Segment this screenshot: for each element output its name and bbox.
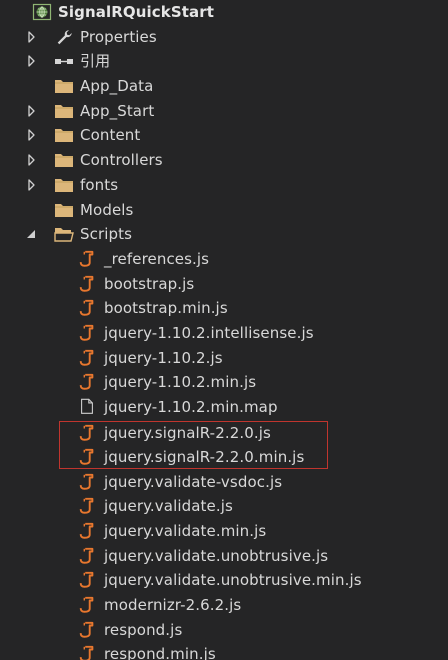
- chevron-right-icon[interactable]: [25, 99, 39, 123]
- chevron-right-icon[interactable]: [25, 148, 39, 172]
- tree-item-content[interactable]: Content: [0, 123, 448, 147]
- script-file-item[interactable]: jquery-1.10.2.min.map: [0, 395, 448, 419]
- script-file-item[interactable]: jquery-1.10.2.intellisense.js: [0, 321, 448, 345]
- file-label: jquery-1.10.2.min.js: [104, 373, 257, 391]
- javascript-file-icon: [79, 596, 94, 613]
- file-label: jquery.signalR-2.2.0.js: [104, 424, 271, 442]
- tree-item-references[interactable]: 引用: [0, 49, 448, 73]
- javascript-file-icon: [79, 324, 94, 341]
- web-project-globe-icon: [32, 3, 52, 21]
- wrench-icon: [57, 30, 72, 45]
- file-label: jquery.signalR-2.2.0.min.js: [104, 448, 305, 466]
- file-label: jquery-1.10.2.js: [104, 349, 223, 367]
- file-label: respond.min.js: [104, 645, 216, 660]
- tree-item-label: App_Data: [80, 77, 154, 95]
- script-file-item[interactable]: jquery.validate.unobtrusive.js: [0, 544, 448, 568]
- script-file-item[interactable]: jquery.validate.unobtrusive.min.js: [0, 568, 448, 592]
- solution-explorer-tree: SignalRQuickStart Properties 引用 App_Data…: [0, 0, 448, 660]
- javascript-file-icon: [79, 522, 94, 539]
- file-label: jquery.validate.min.js: [104, 522, 267, 540]
- chevron-right-icon[interactable]: [25, 123, 39, 147]
- tree-item-label: Models: [80, 201, 134, 219]
- folder-icon: [54, 178, 74, 193]
- file-label: jquery.validate.js: [104, 497, 233, 515]
- script-file-item[interactable]: jquery-1.10.2.min.js: [0, 370, 448, 394]
- file-label: bootstrap.js: [104, 275, 195, 293]
- script-file-item[interactable]: respond.min.js: [0, 642, 448, 660]
- script-file-item[interactable]: bootstrap.js: [0, 272, 448, 296]
- javascript-file-icon: [79, 645, 94, 660]
- script-file-item[interactable]: jquery.validate-vsdoc.js: [0, 470, 448, 494]
- javascript-file-icon: [79, 621, 94, 638]
- file-label: jquery-1.10.2.intellisense.js: [104, 324, 314, 342]
- tree-item-project[interactable]: SignalRQuickStart: [0, 0, 448, 24]
- file-label: _references.js: [104, 250, 210, 268]
- javascript-file-icon: [79, 424, 94, 441]
- file-label: jquery.validate.unobtrusive.js: [104, 547, 329, 565]
- script-file-item[interactable]: jquery.validate.js: [0, 494, 448, 518]
- folder-icon: [54, 79, 74, 94]
- tree-item-label: Controllers: [80, 151, 163, 169]
- folder-icon: [54, 203, 74, 218]
- tree-item-models[interactable]: Models: [0, 198, 448, 222]
- script-file-item[interactable]: bootstrap.min.js: [0, 296, 448, 320]
- script-file-item[interactable]: jquery-1.10.2.js: [0, 346, 448, 370]
- script-file-item[interactable]: _references.js: [0, 247, 448, 271]
- tree-item-label: fonts: [80, 176, 119, 194]
- javascript-file-icon: [79, 473, 94, 490]
- tree-item-fonts[interactable]: fonts: [0, 173, 448, 197]
- javascript-file-icon: [79, 250, 94, 267]
- script-file-item[interactable]: jquery.signalR-2.2.0.min.js: [0, 445, 448, 469]
- javascript-file-icon: [79, 571, 94, 588]
- chevron-right-icon[interactable]: [25, 49, 39, 73]
- chevron-right-icon[interactable]: [25, 173, 39, 197]
- javascript-file-icon: [79, 547, 94, 564]
- javascript-file-icon: [79, 497, 94, 514]
- tree-item-label: Scripts: [80, 225, 133, 243]
- tree-item-app-data[interactable]: App_Data: [0, 74, 448, 98]
- file-label: bootstrap.min.js: [104, 299, 228, 317]
- folder-icon: [54, 104, 74, 119]
- script-file-item[interactable]: modernizr-2.6.2.js: [0, 593, 448, 617]
- tree-item-label: 引用: [80, 52, 111, 70]
- javascript-file-icon: [79, 373, 94, 390]
- file-label: jquery-1.10.2.min.map: [104, 398, 278, 416]
- tree-item-controllers[interactable]: Controllers: [0, 148, 448, 172]
- references-icon: [54, 58, 74, 65]
- chevron-down-icon[interactable]: [25, 222, 39, 246]
- javascript-file-icon: [79, 448, 94, 465]
- file-label: modernizr-2.6.2.js: [104, 596, 242, 614]
- project-label: SignalRQuickStart: [58, 3, 214, 21]
- tree-item-label: Properties: [80, 28, 157, 46]
- javascript-file-icon: [79, 349, 94, 366]
- script-file-item[interactable]: jquery.signalR-2.2.0.js: [0, 421, 448, 445]
- script-file-item[interactable]: jquery.validate.min.js: [0, 519, 448, 543]
- folder-open-icon: [54, 227, 74, 242]
- chevron-right-icon[interactable]: [25, 25, 39, 49]
- folder-icon: [54, 153, 74, 168]
- tree-item-label: App_Start: [80, 102, 155, 120]
- javascript-file-icon: [79, 299, 94, 316]
- file-label: jquery.validate.unobtrusive.min.js: [104, 571, 362, 589]
- tree-item-label: Content: [80, 126, 141, 144]
- script-file-item[interactable]: respond.js: [0, 618, 448, 642]
- file-label: respond.js: [104, 621, 183, 639]
- javascript-file-icon: [79, 275, 94, 292]
- document-file-icon: [81, 398, 93, 414]
- tree-item-app-start[interactable]: App_Start: [0, 99, 448, 123]
- file-label: jquery.validate-vsdoc.js: [104, 473, 283, 491]
- tree-item-scripts[interactable]: Scripts: [0, 222, 448, 246]
- folder-icon: [54, 128, 74, 143]
- tree-item-properties[interactable]: Properties: [0, 25, 448, 49]
